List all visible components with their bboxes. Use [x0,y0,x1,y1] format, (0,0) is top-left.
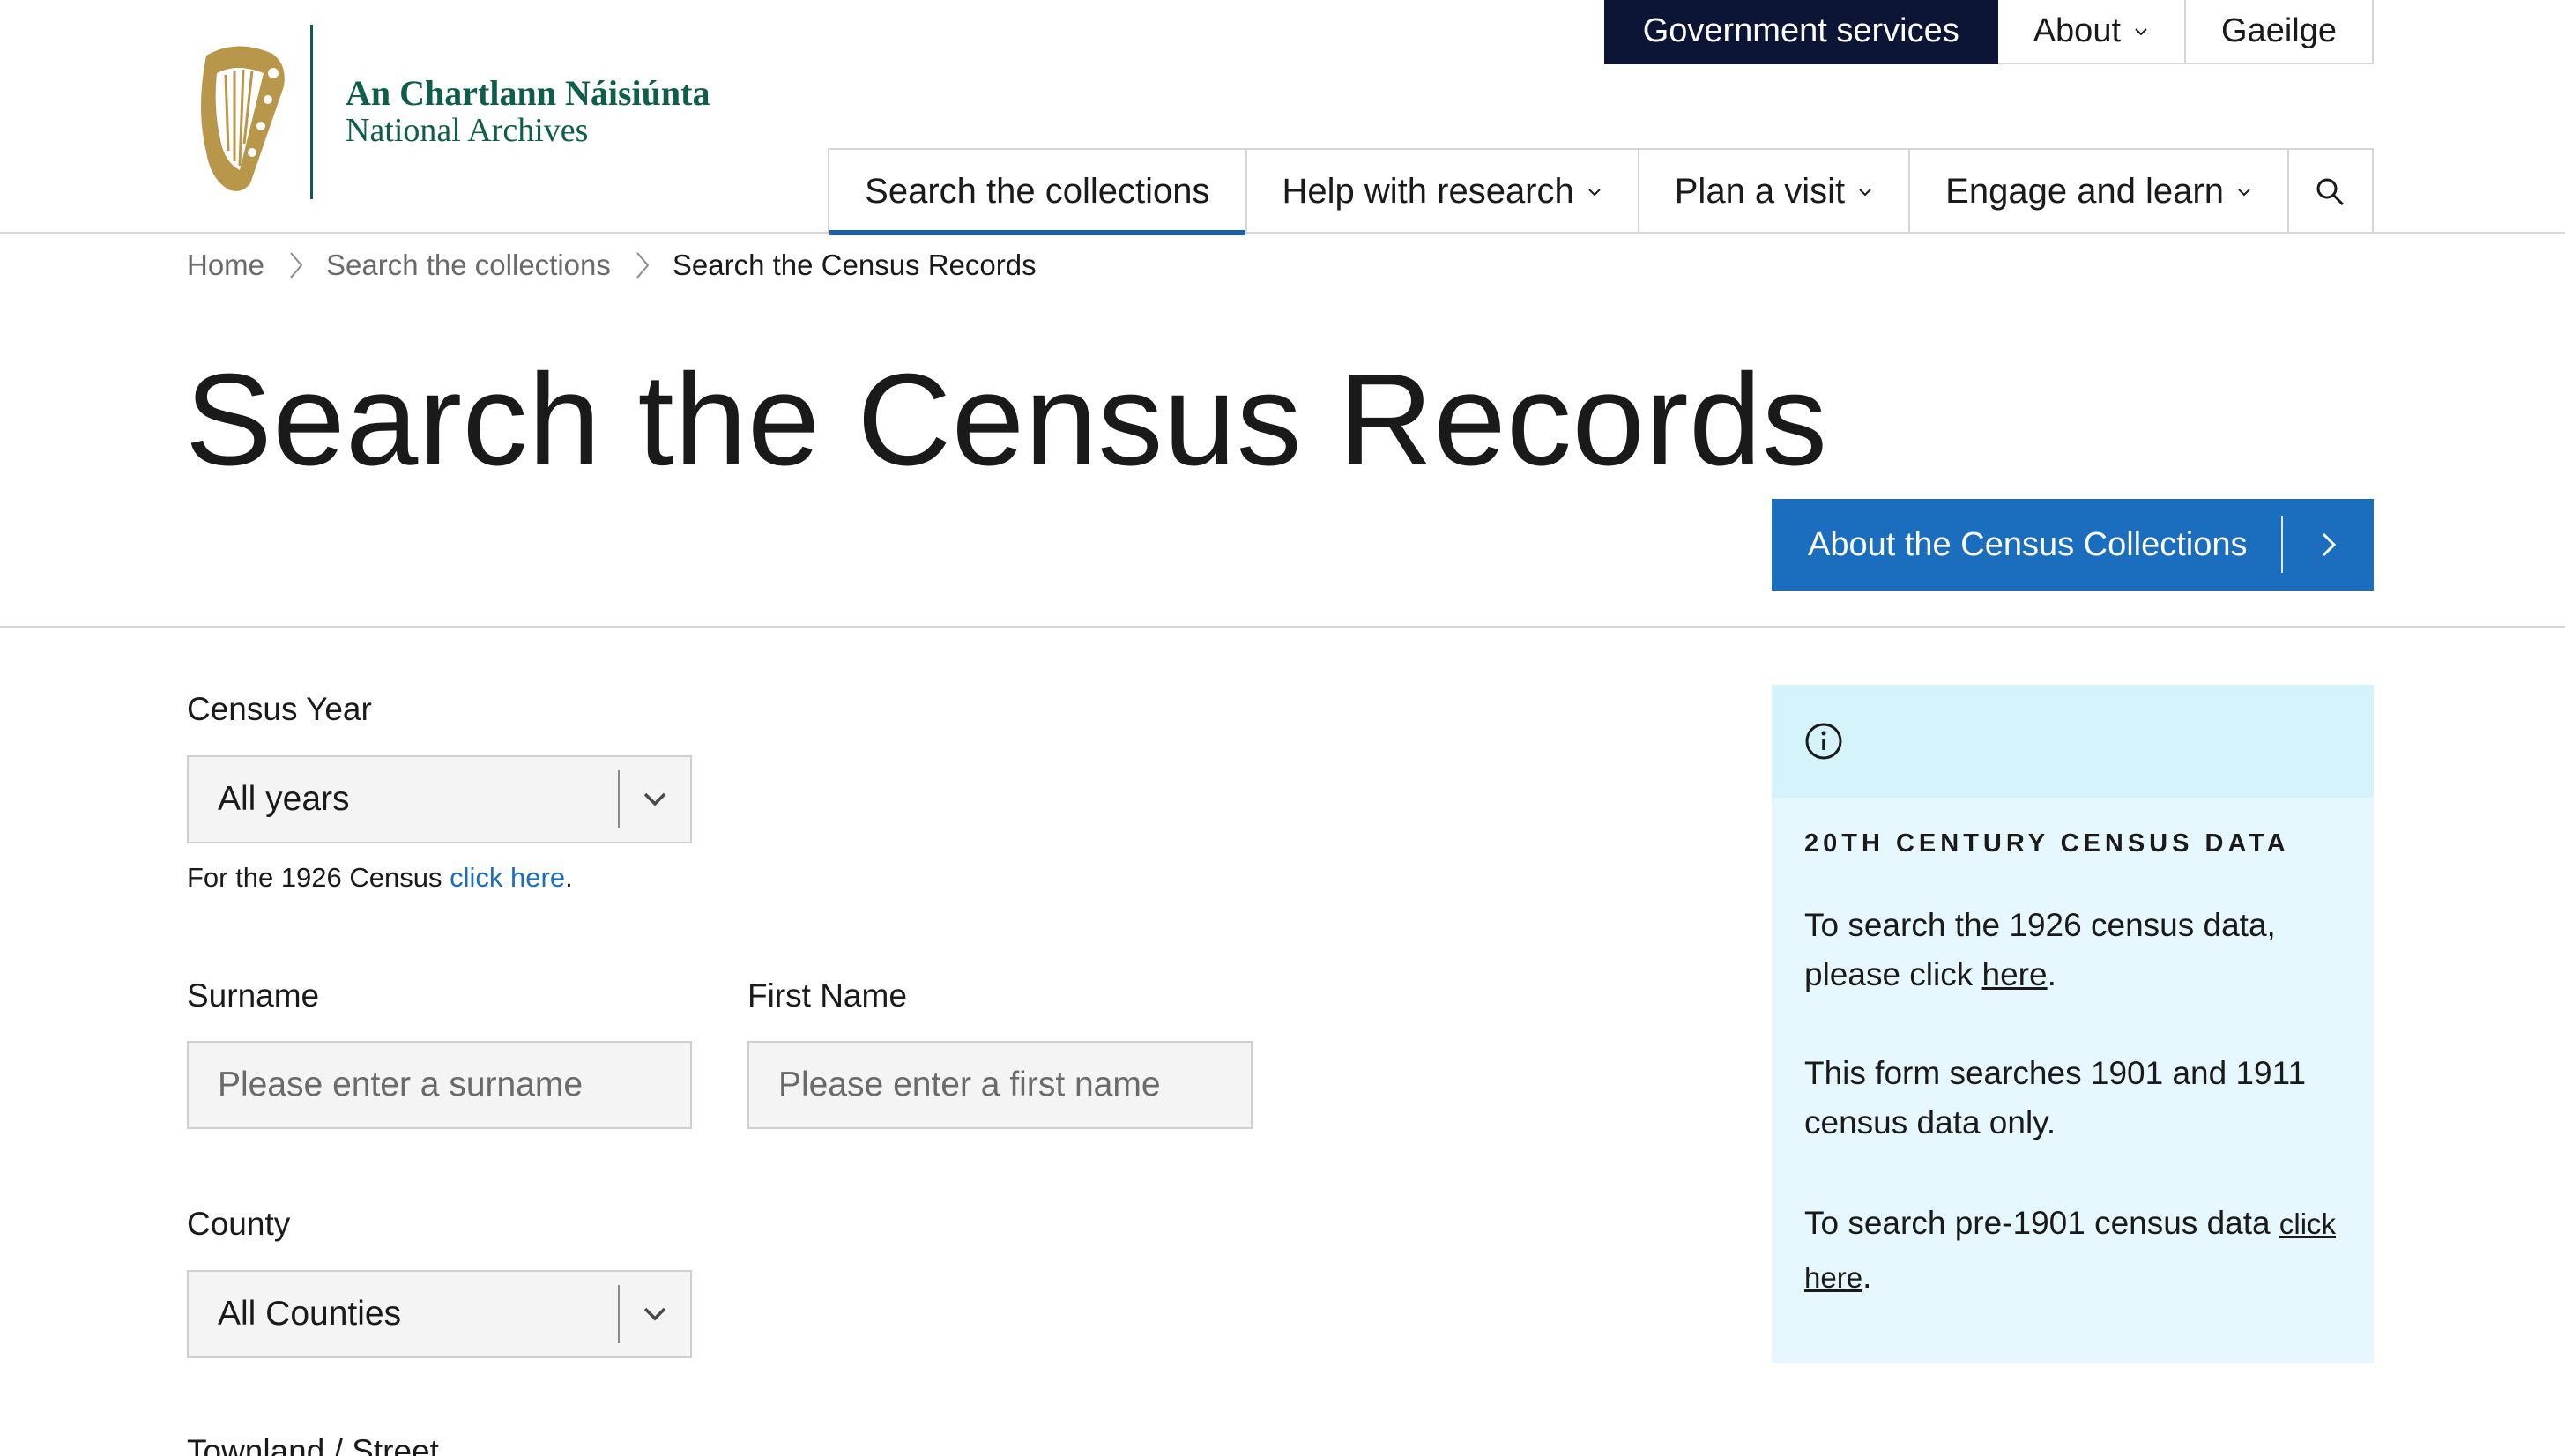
nav-item-label: Help with research [1282,172,1574,211]
chevron-right-icon [290,252,303,279]
census-year-select[interactable]: All years [187,755,692,843]
chevron-down-icon [1859,188,1871,196]
org-name-irish: An Chartlann Náisiúnta [346,73,710,113]
info-text: To search pre-1901 census data [1804,1205,2279,1241]
surname-label: Surname [187,977,320,1014]
chevron-down-icon [1588,188,1601,196]
chevron-right-icon [2322,532,2336,557]
info-paragraph-pre1901: To search pre-1901 census data click her… [1804,1197,2351,1304]
info-text-end: . [1862,1259,1872,1295]
first-name-label: First Name [747,977,907,1014]
census-info-panel: 20TH CENTURY CENSUS DATA To search the 1… [1772,685,2374,1363]
government-services-link[interactable]: Government services [1603,0,1998,64]
census-1926-link[interactable]: click here [450,862,565,893]
breadcrumb: Home Search the collections Search the C… [187,249,1037,282]
about-menu[interactable]: About [1997,0,2187,64]
language-toggle[interactable]: Gaeilge [2186,0,2374,64]
hint-end: . [565,862,573,893]
info-text-end: . [2047,956,2056,992]
nav-help-with-research[interactable]: Help with research [1245,150,1638,234]
site-header: An Chartlann Náisiúnta National Archives… [0,0,2565,235]
census-1926-here-link[interactable]: here [1982,956,2048,992]
select-caret [620,1305,690,1323]
nav-item-label: Engage and learn [1945,172,2224,211]
search-icon [2316,178,2345,205]
census-year-value: All years [218,780,350,818]
nav-item-label: Search the collections [865,172,1210,211]
about-census-collections-button[interactable]: About the Census Collections [1772,499,2374,591]
info-paragraph-1926: To search the 1926 census data, please c… [1804,901,2351,999]
chevron-down-icon [2238,188,2250,196]
about-button-label: About the Census Collections [1808,525,2248,563]
nav-item-label: Plan a visit [1674,172,1846,211]
chevron-down-icon [643,792,666,806]
county-select[interactable]: All Counties [187,1270,692,1358]
utility-nav: Government services About Gaeilge [1603,0,2374,64]
census-year-label: Census Year [187,691,372,727]
org-name-english: National Archives [346,112,589,149]
info-panel-heading: 20TH CENTURY CENSUS DATA [1804,829,2290,858]
page-title: Search the Census Records [185,347,1828,493]
harp-logo-icon [201,46,285,191]
nav-search-collections[interactable]: Search the collections [828,150,1245,235]
main-nav: Search the collections Help with researc… [828,148,2374,235]
breadcrumb-collections[interactable]: Search the collections [326,249,611,282]
breadcrumb-current: Search the Census Records [672,249,1037,281]
about-menu-label: About [2033,12,2122,49]
breadcrumb-home[interactable]: Home [187,249,264,282]
logo-divider [310,25,313,199]
county-label: County [187,1206,291,1242]
info-paragraph-scope: This form searches 1901 and 1911 census … [1804,1055,2307,1140]
census-1926-hint: For the 1926 Census click here. [187,862,573,894]
site-search-button[interactable] [2287,150,2374,234]
hint-text: For the 1926 Census [187,862,450,893]
info-icon [1805,723,1842,760]
section-divider [0,626,2565,628]
surname-input[interactable] [187,1041,692,1129]
select-caret [620,791,690,808]
county-value: All Counties [218,1295,402,1333]
info-panel-header [1772,685,2374,798]
site-logo[interactable]: An Chartlann Náisiúnta National Archives [189,25,717,201]
chevron-down-icon [643,1307,666,1321]
chevron-right-icon [636,252,650,279]
button-arrow [2283,530,2374,560]
first-name-input[interactable] [747,1041,1253,1129]
nav-plan-a-visit[interactable]: Plan a visit [1637,150,1908,234]
townland-street-label: Townland / Street [187,1433,439,1456]
chevron-down-icon [2135,27,2147,35]
nav-engage-and-learn[interactable]: Engage and learn [1908,150,2287,234]
